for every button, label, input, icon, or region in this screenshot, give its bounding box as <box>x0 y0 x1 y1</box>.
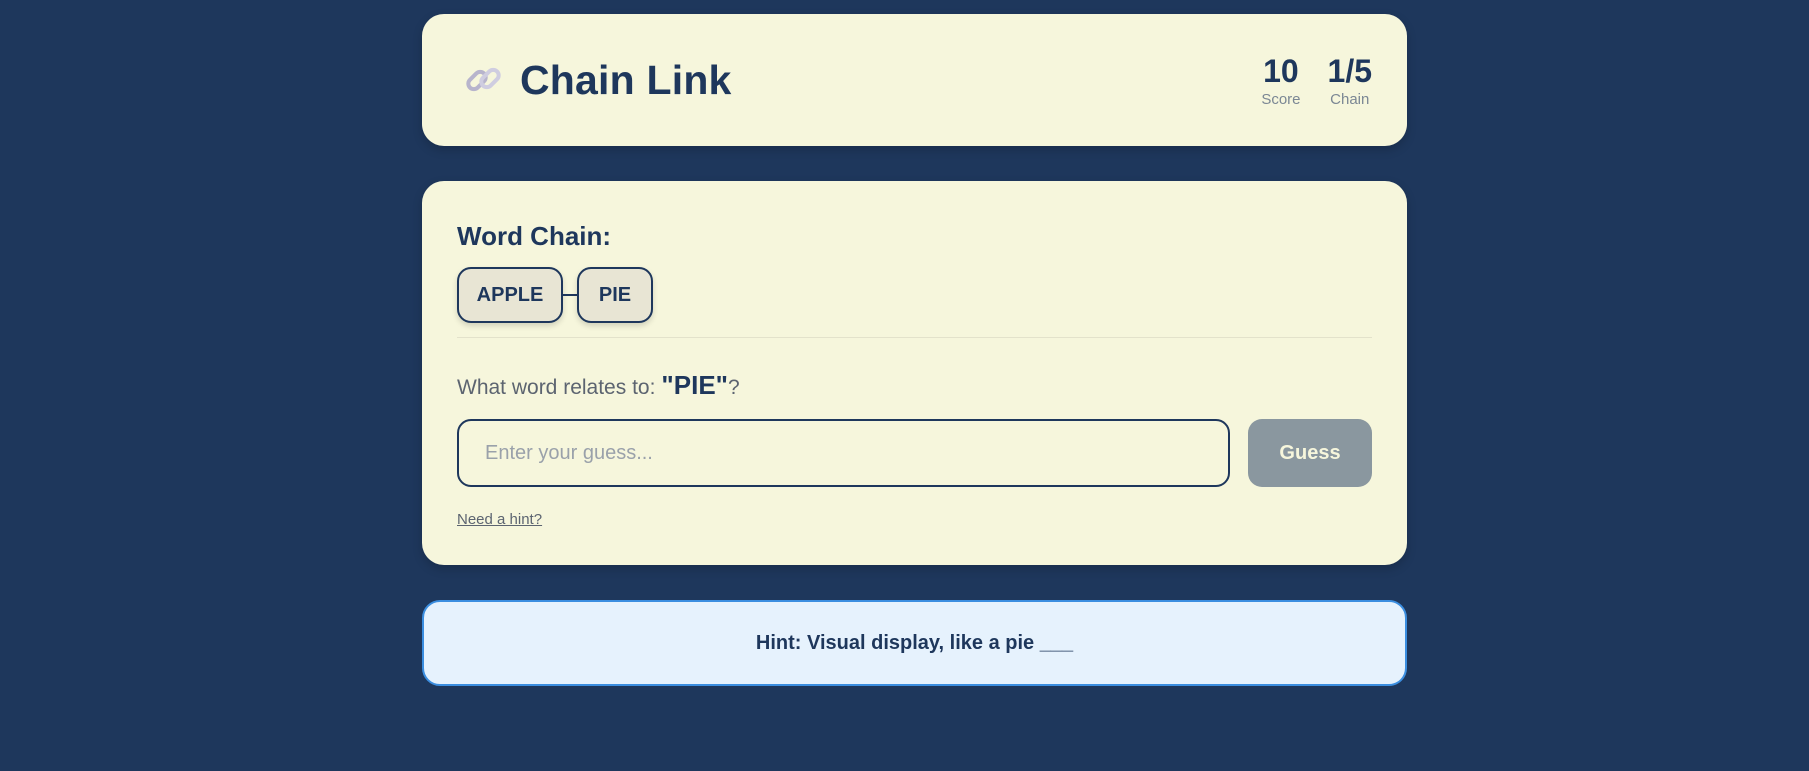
hint-text: Hint: Visual display, like a pie ___ <box>755 631 1074 654</box>
chain-connector <box>563 294 577 296</box>
chain-progress-value: 1/5 <box>1327 53 1372 89</box>
chain-stat: 1/5 Chain <box>1328 54 1372 108</box>
chain-progress-label: Chain <box>1330 91 1370 108</box>
score-label: Score <box>1261 91 1301 108</box>
word-chain: APPLE PIE <box>457 267 1372 323</box>
chain-link-icon <box>462 58 506 102</box>
app-title: Chain Link <box>520 56 732 103</box>
brand: Chain Link <box>462 57 732 104</box>
divider <box>457 337 1372 338</box>
question-prefix: What word relates to: <box>457 376 656 399</box>
score-value: 10 <box>1263 53 1299 89</box>
guess-button[interactable]: Guess <box>1248 419 1372 487</box>
game-card: Word Chain: APPLE PIE What word relates … <box>422 181 1407 565</box>
word-chain-title: Word Chain: <box>457 221 612 251</box>
need-hint-link[interactable]: Need a hint? <box>457 511 542 528</box>
guess-row: Guess <box>457 419 1372 487</box>
hint-box: Hint: Visual display, like a pie ___ <box>422 600 1407 686</box>
stats: 10 Score 1/5 Chain <box>1261 54 1372 108</box>
question-prompt: What word relates to: "PIE" ? <box>457 370 1372 401</box>
chain-word: APPLE <box>457 267 563 323</box>
question-suffix: ? <box>727 376 740 399</box>
guess-input[interactable] <box>457 419 1230 487</box>
question-target-word: "PIE" <box>661 370 728 400</box>
chain-word: PIE <box>577 267 653 323</box>
header-card: Chain Link 10 Score 1/5 Chain <box>422 14 1407 146</box>
score-stat: 10 Score <box>1261 54 1300 108</box>
game-container: Chain Link 10 Score 1/5 Chain Word Chain… <box>422 14 1407 686</box>
